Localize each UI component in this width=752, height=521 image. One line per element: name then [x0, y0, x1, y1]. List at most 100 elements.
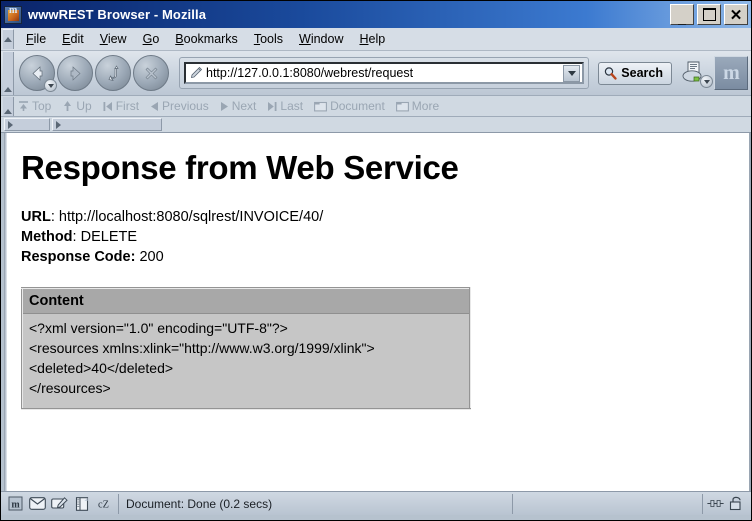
navbar-grippy[interactable] — [3, 51, 14, 95]
chatzilla-icon[interactable]: cZ — [95, 495, 112, 512]
mozilla-m-icon: m — [723, 62, 740, 84]
menu-edit[interactable]: Edit — [54, 30, 92, 48]
sitelink-previous[interactable]: Previous — [150, 99, 209, 113]
content-table-body: <?xml version="1.0" encoding="UTF-8"?> <… — [21, 313, 471, 409]
sitelink-last-label: Last — [280, 99, 304, 113]
sitelink-next-label: Next — [231, 99, 257, 113]
last-icon — [268, 101, 277, 111]
menu-bar: File Edit View Go Bookmarks Tools Window… — [1, 28, 751, 51]
meta-method-label: Method — [21, 229, 73, 245]
mozilla-navigator-icon[interactable]: m — [7, 495, 24, 512]
close-button[interactable]: ✕ — [724, 4, 748, 25]
previous-icon — [151, 101, 159, 111]
rendered-page: Response from Web Service URL: http://lo… — [7, 133, 751, 491]
offline-connection-icon[interactable] — [707, 495, 724, 512]
svg-text:cZ: cZ — [98, 500, 109, 510]
menu-edit-rest: dit — [70, 32, 84, 46]
meta-response-code-value: 200 — [139, 249, 164, 265]
meta-method-sep: : — [72, 229, 81, 245]
url-dropdown-button[interactable] — [563, 64, 581, 82]
reload-button[interactable] — [95, 55, 131, 91]
menu-tools[interactable]: Tools — [246, 30, 291, 48]
svg-text:m: m — [11, 500, 20, 511]
more-icon — [395, 101, 409, 111]
content-table-header: Content — [21, 287, 471, 314]
mozilla-app-icon — [4, 5, 22, 24]
status-message: Document: Done (0.2 secs) — [119, 493, 513, 514]
arrow-up-icon — [64, 101, 72, 111]
back-button[interactable] — [19, 55, 57, 92]
unlocked-padlock-icon[interactable] — [728, 495, 745, 512]
sitelink-next[interactable]: Next — [220, 99, 257, 113]
table-row: <?xml version="1.0" encoding="UTF-8"?> <… — [21, 313, 471, 409]
forward-button[interactable] — [57, 55, 93, 91]
meta-url-value: http://localhost:8080/sqlrest/INVOICE/40… — [58, 209, 324, 225]
menu-file[interactable]: File — [18, 30, 54, 48]
sitelink-previous-label: Previous — [162, 99, 209, 113]
search-button-label: Search — [621, 66, 663, 80]
pencil-icon — [190, 66, 203, 79]
browser-window: wwwREST Browser - Mozilla _ ✕ File Edit … — [0, 0, 752, 521]
sitelink-first[interactable]: First — [103, 99, 139, 113]
mozilla-logo-button[interactable]: m — [714, 56, 748, 90]
meta-response-code-label: Response Code: — [21, 249, 136, 265]
page-title: Response from Web Service — [21, 149, 459, 186]
menu-help[interactable]: Help — [351, 30, 393, 48]
menu-bookmarks-accel: B — [175, 32, 184, 46]
content-table: Content <?xml version="1.0" encoding="UT… — [21, 287, 471, 410]
composer-icon[interactable] — [51, 495, 68, 512]
collapsed-toolbar-handle-2[interactable] — [52, 118, 162, 131]
menu-help-rest: elp — [368, 32, 386, 46]
sitelink-more-label: More — [411, 99, 440, 113]
print-button[interactable] — [674, 55, 714, 91]
status-indicators — [703, 495, 749, 512]
sitelink-document[interactable]: Document — [314, 99, 385, 113]
print-dropdown-icon[interactable] — [700, 75, 713, 88]
back-dropdown-icon[interactable] — [44, 79, 57, 92]
meta-method-value: DELETE — [80, 229, 138, 245]
sitelink-top[interactable]: Top — [18, 99, 51, 113]
arrow-up-top-icon — [19, 101, 28, 111]
meta-method: Method: DELETE — [21, 229, 749, 245]
sitelink-more[interactable]: More — [395, 99, 440, 113]
status-progress-area — [513, 493, 703, 514]
meta-url: URL: http://localhost:8080/sqlrest/INVOI… — [21, 209, 749, 225]
menu-go-rest: o — [152, 32, 160, 46]
sitelink-document-label: Document — [330, 99, 385, 113]
location-bar — [179, 57, 590, 89]
menu-window[interactable]: Window — [291, 30, 351, 48]
search-button[interactable]: Search — [598, 61, 672, 85]
meta-url-sep: : — [50, 209, 59, 225]
meta-url-label: URL — [21, 209, 51, 225]
menu-edit-accel: E — [62, 32, 71, 46]
site-navigation-bar: Top Up First Previous Next Last Document… — [1, 96, 751, 117]
menu-help-accel: H — [359, 32, 369, 46]
menu-view-rest: iew — [107, 32, 127, 46]
next-icon — [220, 101, 228, 111]
sitelink-last[interactable]: Last — [267, 99, 303, 113]
collapsed-toolbar-handle-1[interactable] — [4, 118, 50, 131]
forward-arrow-icon — [70, 65, 81, 81]
sitebar-grippy[interactable] — [3, 96, 14, 116]
addressbook-icon[interactable] — [73, 495, 90, 512]
sitelink-up[interactable]: Up — [62, 99, 92, 113]
url-field-wrapper[interactable] — [184, 62, 585, 84]
sitelink-up-label: Up — [76, 99, 92, 113]
window-bottom-edge — [1, 515, 751, 520]
status-component-icons: m cZ — [3, 493, 119, 514]
url-input[interactable] — [206, 66, 564, 80]
maximize-button[interactable] — [697, 4, 721, 25]
menu-bookmarks[interactable]: Bookmarks — [167, 30, 246, 48]
menubar-grippy[interactable] — [3, 29, 14, 49]
minimize-icon: _ — [678, 10, 686, 26]
window-controls: _ ✕ — [670, 4, 748, 25]
menu-go[interactable]: Go — [135, 30, 168, 48]
menu-window-rest: indow — [310, 32, 344, 46]
menu-bookmarks-rest: ookmarks — [183, 32, 238, 46]
mail-icon[interactable] — [29, 495, 46, 512]
stop-button[interactable] — [133, 55, 169, 91]
menu-window-accel: W — [299, 32, 311, 46]
minimize-button[interactable]: _ — [670, 4, 694, 25]
status-bar: m cZ Document: Done (0.2 secs) — [1, 491, 751, 515]
menu-view[interactable]: View — [92, 30, 135, 48]
